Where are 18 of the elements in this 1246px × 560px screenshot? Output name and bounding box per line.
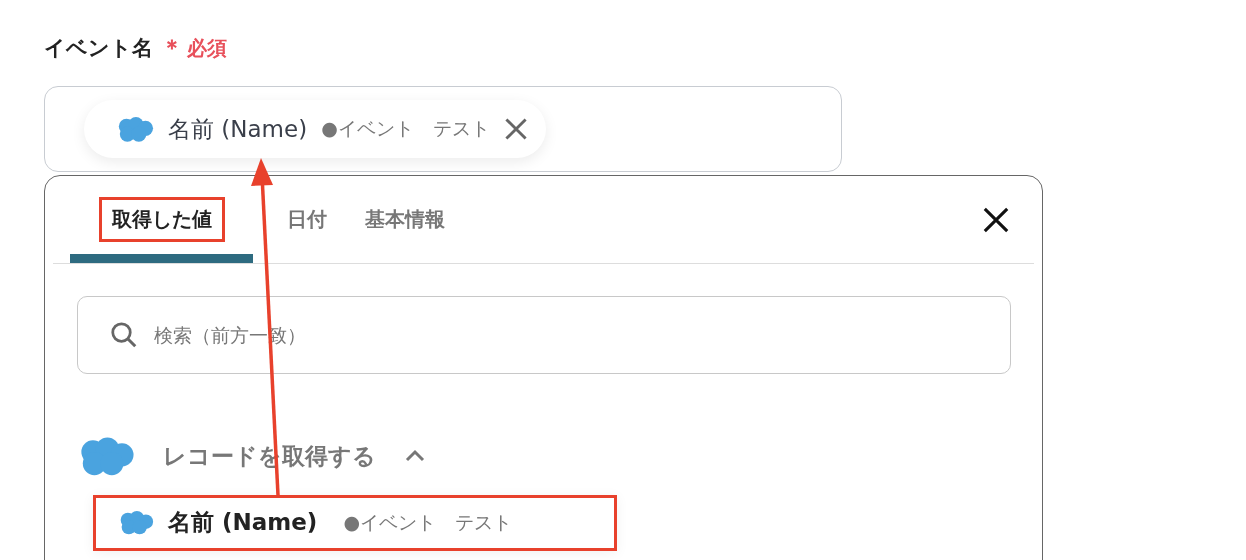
search-icon — [109, 320, 139, 350]
tab[interactable]: 日付 — [283, 176, 331, 263]
chip-meta: ●イベント テスト — [321, 116, 490, 141]
chip-name: 名前 (Name) — [168, 114, 308, 144]
close-icon — [503, 117, 528, 141]
value-item[interactable]: 名前 (Name) ●イベント テスト — [93, 494, 617, 551]
item-meta: ●イベント テスト — [343, 509, 512, 535]
caret-icon — [404, 449, 426, 464]
tab[interactable]: 基本情報 — [361, 176, 449, 263]
event-name-field[interactable]: 名前 (Name) ●イベント テスト — [44, 86, 842, 172]
remove-button[interactable] — [503, 117, 528, 141]
close-icon — [982, 205, 1010, 234]
cloud-icon — [116, 115, 154, 143]
field-label: イベント名 — [44, 35, 153, 62]
cloud-icon — [118, 510, 154, 536]
item-name: 名前 (Name) — [168, 508, 318, 538]
required-label: ＊ 必須 — [161, 34, 227, 62]
tab[interactable]: 取得した値 — [70, 176, 253, 263]
